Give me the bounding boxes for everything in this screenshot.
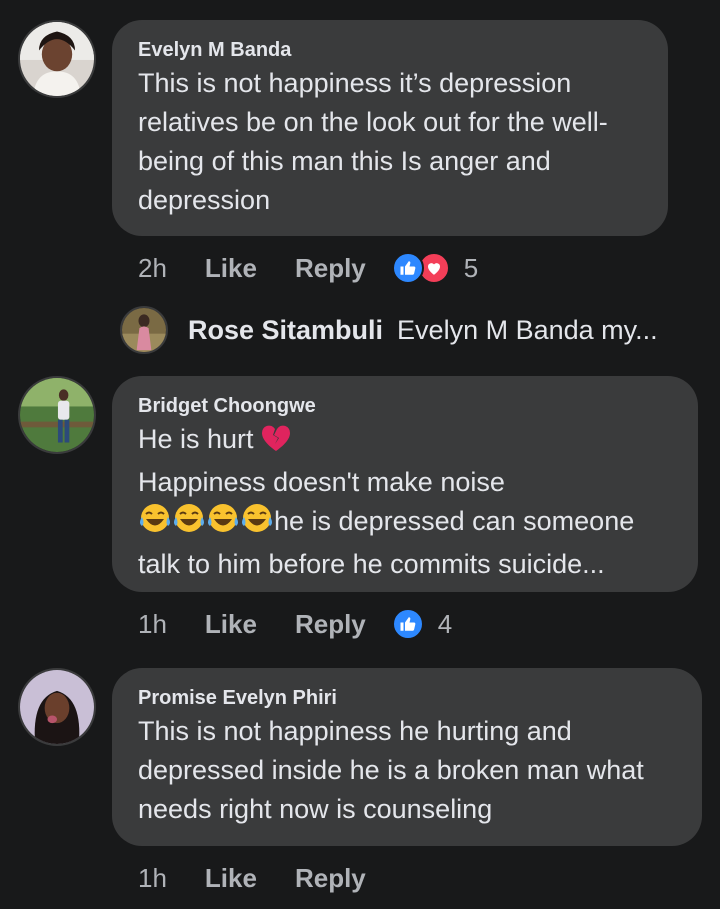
comment-timestamp[interactable]: 2h [138,253,167,284]
comment-author[interactable]: Evelyn M Banda [138,38,642,62]
like-button[interactable]: Like [205,863,257,894]
tears-of-joy-icon [240,502,274,545]
like-button[interactable]: Like [205,609,257,640]
like-button[interactable]: Like [205,253,257,284]
reply-text: Evelyn M Banda my... [397,314,658,345]
comment-actions: 2h Like Reply 5 [138,248,478,288]
comment-text: This is not happiness he hurting and dep… [138,716,644,824]
comment-bubble: Bridget Choongwe He is hurt Happiness do… [112,376,698,592]
comment-actions: 1h Like Reply [138,858,392,898]
reactions-summary[interactable]: 4 [391,608,453,640]
comment-bubble: Promise Evelyn Phiri This is not happine… [112,668,702,846]
comment-timestamp[interactable]: 1h [138,609,167,640]
avatar[interactable] [18,20,96,98]
comment-bubble: Evelyn M Banda This is not happiness it’… [112,20,668,236]
avatar[interactable] [18,376,96,454]
reply-author[interactable]: Rose Sitambuli [188,315,383,346]
reactions-summary[interactable]: 5 [391,252,479,284]
like-icon [391,608,424,640]
comment-text: This is not happiness it’s depression re… [138,68,608,215]
reply-preview[interactable]: Rose Sitambuli Evelyn M Banda my... [120,306,658,354]
avatar[interactable] [120,306,168,354]
like-icon [391,252,424,284]
broken-heart-icon [261,424,291,463]
comment-author[interactable]: Bridget Choongwe [138,394,672,418]
comment-timestamp[interactable]: 1h [138,863,167,894]
reaction-count: 4 [437,608,453,639]
comment-author[interactable]: Promise Evelyn Phiri [138,686,676,710]
tears-of-joy-icon [206,502,240,545]
comment-actions: 1h Like Reply 4 [138,604,452,644]
reaction-count: 5 [463,252,479,283]
avatar[interactable] [18,668,96,746]
reply-button[interactable]: Reply [295,863,366,894]
tears-of-joy-icon [172,502,206,545]
reply-button[interactable]: Reply [295,609,366,640]
tears-of-joy-icon [138,502,172,545]
reply-button[interactable]: Reply [295,253,366,284]
comment-text: He is hurt Happiness doesn't make noise … [138,424,635,579]
